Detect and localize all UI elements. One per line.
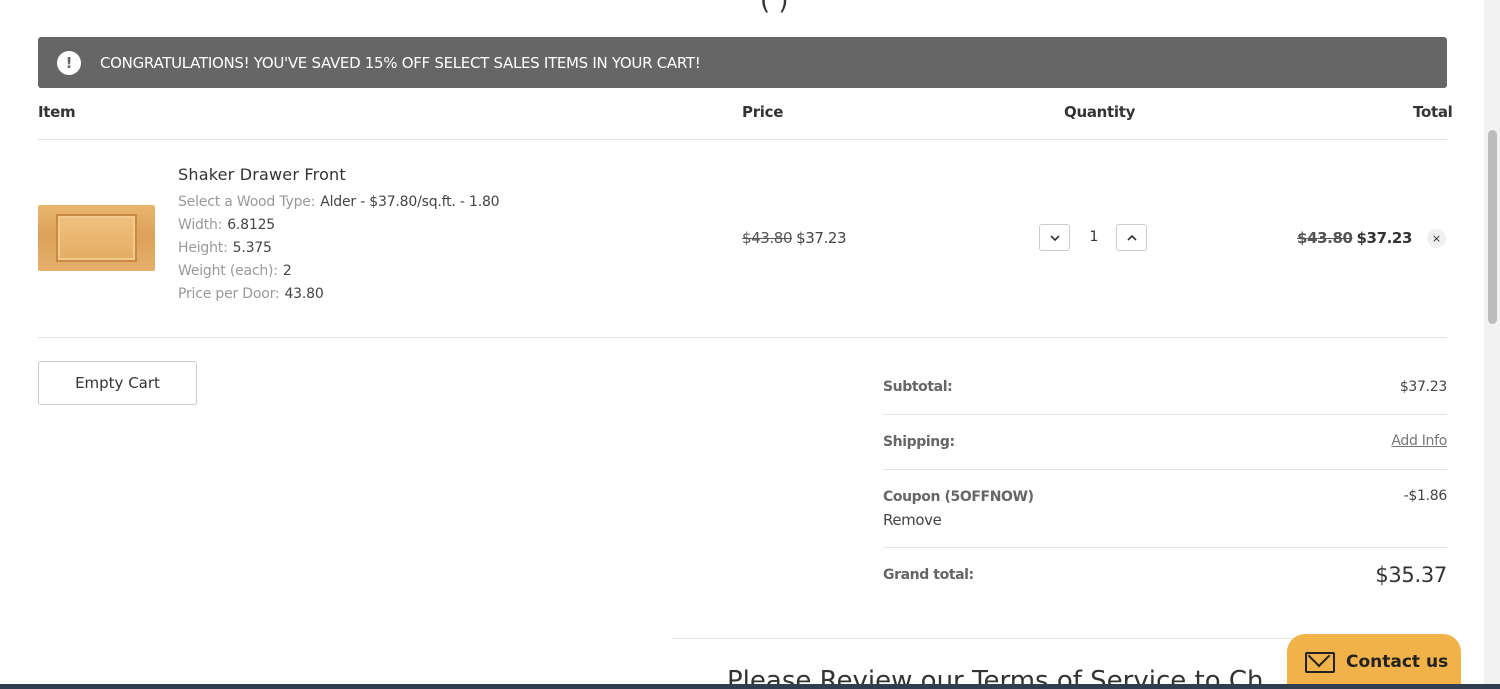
- option-value: 2: [282, 263, 292, 279]
- grand-total-label: Grand total:: [883, 567, 974, 583]
- sale-total: $37.23: [1356, 229, 1413, 247]
- exclamation-icon: !: [57, 50, 81, 75]
- grand-total-value: $35.37: [1375, 563, 1447, 587]
- sale-price: $37.23: [796, 229, 847, 247]
- option-label: Width:: [178, 217, 223, 233]
- original-price: $43.80: [742, 229, 793, 247]
- option-height: Height: 5.375: [178, 240, 272, 256]
- scrollbar-track[interactable]: [1484, 0, 1500, 689]
- taskbar-edge: [0, 684, 1500, 689]
- line-total: $43.80 $37.23: [1297, 229, 1412, 247]
- option-label: Weight (each):: [178, 263, 278, 279]
- coupon-remove-link[interactable]: Remove: [883, 511, 942, 529]
- unit-price: $43.80 $37.23: [742, 229, 847, 247]
- option-price-per-door: Price per Door: 43.80: [178, 286, 324, 302]
- quantity-decrease-button[interactable]: [1039, 224, 1070, 251]
- divider: [883, 547, 1447, 548]
- envelope-icon: [1305, 652, 1335, 673]
- divider: [883, 414, 1447, 415]
- scrollbar-thumb[interactable]: [1488, 130, 1497, 324]
- product-name[interactable]: Shaker Drawer Front: [178, 165, 346, 184]
- column-header-total: Total: [1413, 103, 1453, 121]
- chevron-up-icon: [1126, 234, 1137, 241]
- shipping-add-info-link[interactable]: Add Info: [1391, 433, 1447, 449]
- column-header-price: Price: [742, 103, 784, 121]
- option-label: Price per Door:: [178, 286, 280, 302]
- column-header-item: Item: [38, 103, 76, 121]
- product-image[interactable]: [38, 205, 155, 271]
- coupon-value: -$1.86: [1403, 488, 1448, 504]
- option-label: Height:: [178, 240, 228, 256]
- alert-message: CONGRATULATIONS! YOU'VE SAVED 15% OFF SE…: [100, 53, 701, 72]
- savings-alert: ! CONGRATULATIONS! YOU'VE SAVED 15% OFF …: [38, 37, 1447, 88]
- remove-item-button[interactable]: ×: [1427, 229, 1446, 248]
- quantity-increase-button[interactable]: [1116, 224, 1147, 251]
- empty-cart-button[interactable]: Empty Cart: [38, 361, 197, 405]
- original-total: $43.80: [1297, 229, 1353, 247]
- subtotal-value: $37.23: [1399, 379, 1447, 395]
- page-heading-clipped: ( ): [760, 0, 789, 16]
- option-value: Alder - $37.80/sq.ft. - 1.80: [320, 194, 500, 210]
- subtotal-label: Subtotal:: [883, 379, 953, 395]
- chevron-down-icon: [1049, 234, 1060, 241]
- divider: [38, 139, 1447, 140]
- option-value: 6.8125: [227, 217, 275, 233]
- quantity-input[interactable]: 1: [1082, 229, 1106, 245]
- option-weight: Weight (each): 2: [178, 263, 292, 279]
- coupon-label: Coupon (5OFFNOW): [883, 489, 1034, 505]
- contact-us-button[interactable]: Contact us: [1287, 634, 1461, 689]
- option-value: 43.80: [284, 286, 324, 302]
- divider: [883, 469, 1447, 470]
- option-wood-type: Select a Wood Type: Alder - $37.80/sq.ft.…: [178, 194, 500, 210]
- option-label: Select a Wood Type:: [178, 194, 316, 210]
- contact-us-label: Contact us: [1346, 652, 1449, 672]
- shipping-label: Shipping:: [883, 434, 955, 450]
- divider: [38, 337, 1447, 338]
- option-width: Width: 6.8125: [178, 217, 275, 233]
- column-header-quantity: Quantity: [1064, 103, 1136, 121]
- option-value: 5.375: [232, 240, 272, 256]
